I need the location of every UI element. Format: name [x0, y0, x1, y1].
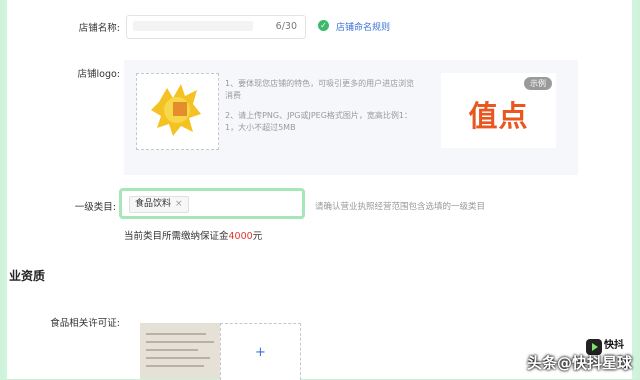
deposit-amount: 4000	[228, 231, 253, 242]
store-logo-label: 店铺logo:	[77, 69, 121, 80]
category-tag-label: 食品饮料	[135, 199, 172, 209]
section-title: 业资质	[9, 269, 46, 283]
sample-badge: 示例	[524, 77, 552, 90]
food-license-label: 食品相关许可证:	[50, 318, 120, 329]
category-hint: 请确认营业执照经营范围包含选填的一级类目	[315, 202, 486, 212]
plus-icon: +	[255, 345, 266, 360]
category-label: 一级类目:	[74, 202, 116, 213]
watermark-badge-text: 快抖	[604, 340, 624, 351]
logo-sample: 示例 值点	[441, 73, 556, 148]
deposit-prefix: 当前类目所需缴纳保证金	[124, 231, 229, 242]
watermark-text: 头条@快抖星球	[526, 354, 632, 372]
sample-logo-text: 值点	[468, 99, 529, 133]
store-name-value-redacted	[133, 21, 253, 31]
uploaded-logo-image	[151, 84, 201, 136]
naming-rules-link[interactable]: 店铺命名规则	[336, 20, 390, 33]
tag-close-icon[interactable]: ×	[175, 199, 183, 209]
category-select[interactable]: 食品饮料 ×	[119, 188, 305, 219]
deposit-suffix: 元	[252, 231, 263, 242]
deposit-notice: 当前类目所需缴纳保证金4000元	[124, 228, 262, 242]
check-circle-icon: ✓	[318, 20, 329, 31]
store-name-input[interactable]: 6/30	[126, 15, 306, 39]
store-name-label: 店铺名称:	[78, 23, 120, 34]
category-tag: 食品饮料 ×	[129, 196, 189, 213]
license-image[interactable]	[140, 323, 221, 379]
license-upload-area[interactable]: +	[220, 323, 301, 380]
logo-tip-1: 1、要体现您店铺的特色，可吸引更多的用户进店浏览消费	[225, 79, 415, 100]
store-name-counter: 6/30	[275, 21, 297, 32]
logo-tip-2: 2、请上传PNG、JPG或JPEG格式图片，宽高比例1：1，大小不超过5MB	[225, 111, 413, 132]
logo-upload-area[interactable]	[136, 73, 219, 150]
